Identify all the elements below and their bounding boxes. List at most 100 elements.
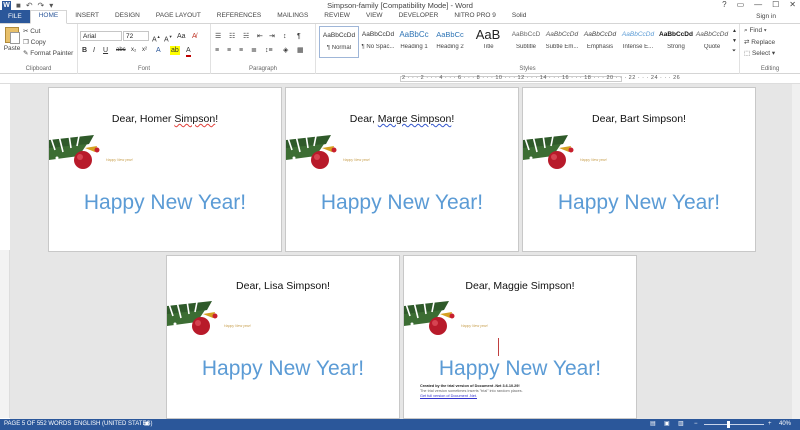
select-button[interactable]: ⬚ Select ▾ — [744, 49, 775, 57]
page-homer[interactable]: Dear, Homer Simpson! Happy New year! Hap… — [48, 87, 282, 252]
highlight-icon[interactable]: ab — [170, 46, 180, 55]
font-color-icon[interactable]: A — [186, 46, 191, 57]
zoom-out-icon[interactable]: − — [694, 419, 698, 430]
tab-mailings[interactable]: MAILINGS — [269, 11, 316, 23]
page-bart[interactable]: Dear, Bart Simpson! Happy New year! Happ… — [522, 87, 756, 252]
bold-button[interactable]: B — [82, 46, 87, 55]
change-case-icon[interactable]: Aa — [177, 32, 186, 41]
cut-button[interactable]: ✂ Cut — [23, 27, 40, 35]
tab-review[interactable]: REVIEW — [316, 11, 358, 23]
tab-nitro-pro[interactable]: NITRO PRO 9 — [446, 11, 504, 23]
superscript-button[interactable]: x² — [142, 46, 147, 55]
style-no-spacing[interactable]: AaBbCcDd ¶ No Spac... — [358, 26, 398, 58]
line-spacing-icon[interactable]: ↕≡ — [265, 46, 273, 55]
document-canvas[interactable]: Dear, Homer Simpson! Happy New year! Hap… — [10, 84, 800, 419]
shading-icon[interactable]: ◈ — [283, 46, 288, 55]
style-quote[interactable]: AaBbCcDd Quote — [692, 26, 732, 58]
decrease-indent-icon[interactable]: ⇤ — [257, 32, 263, 41]
page-count[interactable]: PAGE 5 OF 5 — [4, 419, 40, 430]
style-sample: AaBbCcDd — [545, 31, 579, 38]
tab-home[interactable]: HOME — [29, 10, 68, 24]
bullets-icon[interactable]: ☰ — [215, 32, 221, 41]
close-icon[interactable]: ✕ — [789, 0, 796, 9]
maximize-icon[interactable]: ☐ — [772, 0, 779, 9]
styles-group: AaBbCcDd ¶ Normal AaBbCcDd ¶ No Spac... Aa… — [316, 24, 740, 74]
align-center-icon[interactable]: ≡ — [227, 46, 231, 55]
numbering-icon[interactable]: ☷ — [229, 32, 235, 41]
style-normal[interactable]: AaBbCcDd ¶ Normal — [319, 26, 359, 58]
minimize-icon[interactable]: — — [754, 0, 762, 9]
underline-button[interactable]: U — [103, 46, 108, 55]
align-right-icon[interactable]: ≡ — [239, 46, 243, 55]
replace-button[interactable]: ⇄ Replace — [744, 38, 775, 46]
style-name: Strong — [667, 44, 685, 50]
tab-references[interactable]: REFERENCES — [209, 11, 269, 23]
sign-in-link[interactable]: Sign in — [756, 13, 776, 20]
style-subtle-emphasis[interactable]: AaBbCcDd Subtle Em... — [542, 26, 582, 58]
macro-icon[interactable]: ▣ — [144, 419, 150, 430]
shrink-font-icon[interactable]: A▼ — [164, 32, 173, 44]
paste-button[interactable]: Paste — [3, 27, 21, 52]
word-count[interactable]: 52 WORDS — [40, 419, 71, 430]
style-heading-1[interactable]: AaBbCc Heading 1 — [394, 26, 434, 58]
pilcrow-icon[interactable]: ¶ — [297, 32, 301, 41]
italic-button[interactable]: I — [93, 46, 95, 55]
tab-file[interactable]: FILE — [0, 10, 30, 23]
language-indicator[interactable]: ENGLISH (UNITED STATES) — [74, 419, 152, 430]
grow-font-icon[interactable]: A▲ — [152, 32, 161, 44]
zoom-level[interactable]: 40% — [779, 419, 791, 430]
styles-more-icon[interactable]: ⏷ — [732, 47, 736, 56]
sort-icon[interactable]: ↕ — [283, 32, 287, 41]
page-marge[interactable]: Dear, Marge Simpson! Happy New year! Hap… — [285, 87, 519, 252]
help-icon[interactable]: ? — [722, 0, 726, 9]
ribbon-display-icon[interactable]: ▭ — [737, 0, 745, 9]
copy-button[interactable]: ❐ Copy — [23, 38, 46, 46]
happy-new-year-text: Happy New Year! — [557, 191, 721, 214]
styles-scroll-down-icon[interactable]: ▼ — [732, 37, 737, 46]
tab-view[interactable]: VIEW — [358, 11, 391, 23]
align-left-icon[interactable]: ≡ — [215, 46, 219, 55]
style-subtitle[interactable]: AaBbCcD Subtitle — [506, 26, 546, 58]
find-button[interactable]: ⌕ Find ▾ — [744, 27, 767, 35]
styles-scroll-up-icon[interactable]: ▲ — [732, 27, 737, 36]
copy-icon: ❐ — [23, 39, 31, 46]
page-lisa[interactable]: Dear, Lisa Simpson! Happy New year! Happ… — [166, 255, 400, 419]
text-effects-icon[interactable]: A — [156, 46, 161, 55]
tab-page-layout[interactable]: PAGE LAYOUT — [148, 11, 209, 23]
style-title[interactable]: AaB Title — [468, 26, 508, 58]
title-bar: W ■ ↶ ↷ ▾ Simpson-family [Compatibility … — [0, 0, 800, 11]
page-maggie[interactable]: Dear, Maggie Simpson! Happy New year! Ha… — [403, 255, 637, 419]
justify-icon[interactable]: ≣ — [251, 46, 257, 55]
style-emphasis[interactable]: AaBbCcDd Emphasis — [580, 26, 620, 58]
strikethrough-button[interactable]: abc — [116, 46, 126, 55]
format-painter-button[interactable]: ✎ Format Painter — [23, 49, 73, 57]
zoom-in-icon[interactable]: + — [768, 419, 772, 430]
style-strong[interactable]: AaBbCcDd Strong — [656, 26, 696, 58]
tab-developer[interactable]: DEVELOPER — [391, 11, 447, 23]
web-layout-icon[interactable]: ▥ — [678, 419, 684, 430]
style-intense-emphasis[interactable]: AaBbCcDd Intense E... — [618, 26, 658, 58]
font-size-select[interactable]: 72 — [123, 31, 149, 41]
zoom-slider[interactable] — [704, 424, 764, 425]
style-name: Heading 2 — [436, 44, 464, 50]
style-name: ¶ No Spac... — [361, 44, 395, 50]
clear-formatting-icon[interactable]: A̸ — [192, 32, 197, 41]
horizontal-ruler[interactable]: 2 · · · 2 · · · 4 · · · 6 · · · 8 · · · … — [0, 74, 800, 84]
borders-icon[interactable]: ▦ — [297, 46, 304, 55]
tab-design[interactable]: DESIGN — [107, 11, 148, 23]
vertical-scrollbar[interactable] — [792, 84, 800, 419]
font-name-select[interactable]: Arial — [80, 31, 122, 41]
trial-note-link[interactable]: Get full version of Document .Net. — [420, 394, 477, 399]
zoom-slider-thumb[interactable] — [727, 421, 730, 428]
subscript-button[interactable]: x₂ — [131, 46, 136, 55]
tab-solid[interactable]: Solid — [504, 11, 534, 23]
tab-insert[interactable]: INSERT — [67, 11, 107, 23]
print-layout-icon[interactable]: ▣ — [664, 419, 670, 430]
read-mode-icon[interactable]: ▤ — [650, 419, 656, 430]
increase-indent-icon[interactable]: ⇥ — [269, 32, 275, 41]
editing-group: ⌕ Find ▾ ⇄ Replace ⬚ Select ▾ Editing — [740, 24, 800, 74]
multilevel-list-icon[interactable]: ☵ — [243, 32, 249, 41]
style-sample: AaBbCcDd — [695, 31, 729, 38]
style-heading-2[interactable]: AaBbCc Heading 2 — [430, 26, 470, 58]
vertical-ruler[interactable] — [0, 250, 10, 418]
